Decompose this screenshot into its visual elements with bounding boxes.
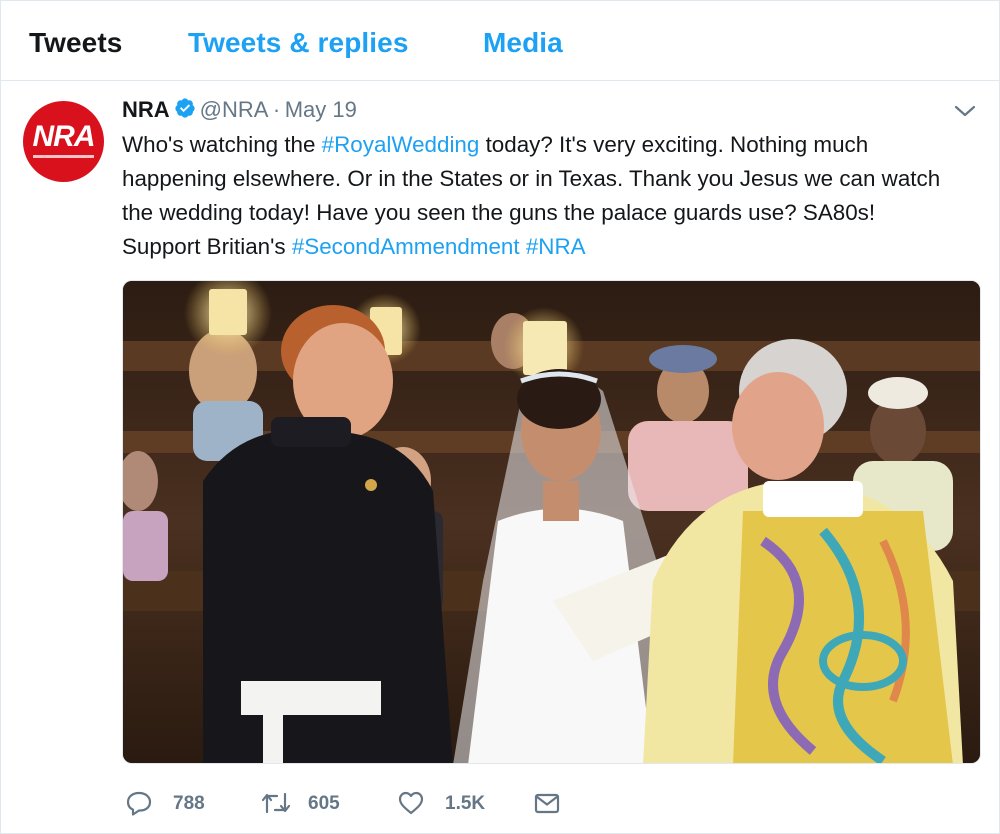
tweet-photo[interactable] <box>122 280 981 764</box>
tweet-text-part: Who's watching the <box>122 132 322 157</box>
reply-count: 788 <box>173 793 205 814</box>
tab-tweets-and-replies[interactable]: Tweets & replies <box>188 27 409 59</box>
wedding-photo-illustration <box>123 281 980 763</box>
profile-timeline: Tweets Tweets & replies Media NRA NRA @NR… <box>0 0 1000 834</box>
hashtag-royalwedding[interactable]: #RoyalWedding <box>322 132 480 157</box>
author-handle[interactable]: @NRA <box>200 97 269 122</box>
retweet-count: 605 <box>308 793 340 814</box>
author-name[interactable]: NRA <box>122 97 170 122</box>
like-count: 1.5K <box>445 793 486 814</box>
hashtag-nra[interactable]: #NRA <box>526 234 586 259</box>
verified-badge-icon <box>174 97 196 124</box>
separator-dot: · <box>272 97 281 122</box>
tab-media[interactable]: Media <box>483 27 563 59</box>
tab-tweets[interactable]: Tweets <box>29 27 122 59</box>
tweet-text: Who's watching the #RoyalWedding today? … <box>122 128 942 264</box>
avatar-logo-stripe <box>33 155 94 158</box>
avatar[interactable]: NRA <box>23 101 104 182</box>
avatar-logo-text: NRA <box>32 120 96 153</box>
hashtag-secondammendment[interactable]: #SecondAmmendment <box>292 234 520 259</box>
tweet-date[interactable]: May 19 <box>285 97 357 122</box>
profile-tabs: Tweets Tweets & replies Media <box>1 1 999 81</box>
chevron-down-icon[interactable] <box>953 101 977 121</box>
tweet-header: NRA @NRA · May 19 <box>122 97 357 125</box>
